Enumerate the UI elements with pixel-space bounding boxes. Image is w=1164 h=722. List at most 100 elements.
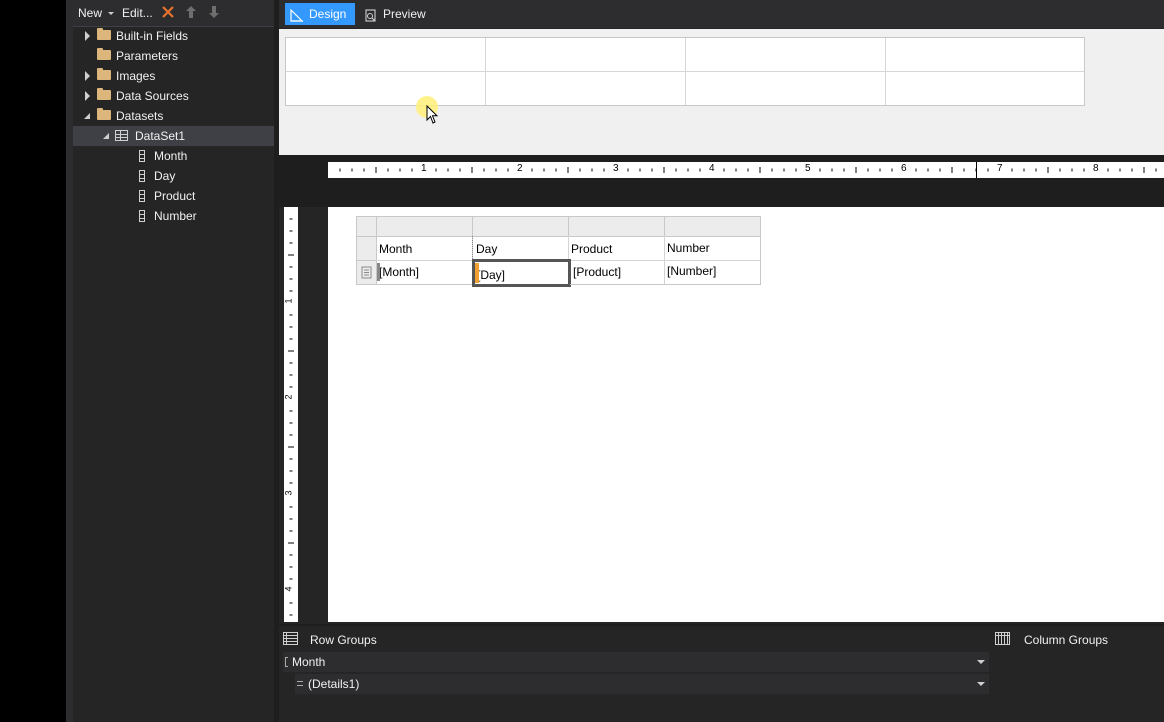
expand-icon[interactable]: [85, 31, 90, 41]
tab-design-label: Design: [309, 7, 347, 21]
design-ruler-icon: [290, 7, 304, 22]
parameter-cell[interactable]: [886, 72, 1084, 105]
new-button[interactable]: New: [78, 6, 102, 20]
header-cell-day[interactable]: Day: [472, 236, 569, 261]
collapse-icon[interactable]: [103, 133, 109, 139]
dropdown-arrow-icon[interactable]: [977, 660, 985, 664]
details-lines-icon: [297, 681, 303, 686]
edit-button[interactable]: Edit...: [122, 6, 153, 20]
tab-design[interactable]: Design: [285, 3, 355, 25]
header-cell-product[interactable]: Product: [568, 236, 665, 261]
ruler-label: 7: [997, 163, 1003, 174]
ruler-label: 1: [283, 298, 294, 304]
expand-icon[interactable]: [85, 71, 90, 81]
row-groups-icon: [283, 632, 298, 645]
ruler-label: 2: [517, 163, 523, 174]
tree-item-label: Images: [116, 69, 156, 83]
row-group-label: Month: [292, 655, 326, 669]
delete-icon[interactable]: [161, 5, 175, 19]
ruler-page-width-marker[interactable]: [976, 162, 977, 178]
field-label: Month: [154, 149, 188, 163]
field-label: Day: [154, 169, 176, 183]
column-groups-icon: [995, 632, 1010, 645]
tablix-corner-handle[interactable]: [356, 216, 377, 237]
preview-page-icon: [364, 7, 378, 22]
cell-selection-marker: [377, 263, 380, 281]
tree-item-label: Data Sources: [116, 89, 189, 103]
ruler-label: 3: [613, 163, 619, 174]
column-handle[interactable]: [568, 216, 665, 237]
parameter-cell[interactable]: [486, 38, 686, 72]
ruler-label: 4: [709, 163, 715, 174]
dataset-table-icon: [115, 130, 128, 141]
open-folder-icon: [97, 108, 111, 120]
detail-cell-day-selected[interactable]: [Day]: [472, 259, 571, 287]
vertical-ruler: 1 2 3 4: [284, 207, 298, 622]
tab-preview-label: Preview: [383, 7, 426, 21]
tree-item-field[interactable]: Day: [73, 166, 274, 186]
field-icon: [139, 190, 145, 202]
folder-icon: [97, 68, 111, 80]
tree-item-field[interactable]: Month: [73, 146, 274, 166]
dropdown-arrow-icon[interactable]: [108, 12, 114, 15]
dropdown-arrow-icon[interactable]: [977, 682, 985, 686]
field-label: Number: [154, 209, 197, 223]
parameters-pane: [279, 29, 1164, 155]
expand-icon[interactable]: [85, 91, 90, 101]
tree-item-parameters[interactable]: Parameters: [73, 46, 274, 66]
left-desktop-strip: [0, 0, 66, 722]
move-up-icon[interactable]: [185, 5, 197, 19]
field-label: Product: [154, 189, 196, 203]
parameter-cell[interactable]: [286, 38, 486, 72]
tree-item-field[interactable]: Number: [73, 206, 274, 226]
tree-item-label: DataSet1: [135, 129, 186, 143]
report-data-toolbar: New Edit...: [73, 0, 274, 27]
tree-item-data-sources[interactable]: Data Sources: [73, 86, 274, 106]
row-handle[interactable]: [356, 236, 377, 261]
tree-item-label: Datasets: [116, 109, 164, 123]
cell-selection-marker: [475, 263, 479, 283]
tree-item-builtin-fields[interactable]: Built-in Fields: [73, 26, 274, 46]
field-icon: [139, 150, 145, 162]
parameter-layout-grid[interactable]: [285, 37, 1085, 106]
horizontal-ruler: 1 2 3 4 5 6 7 8: [328, 162, 1164, 178]
detail-cell-product[interactable]: [Product]: [570, 260, 665, 285]
tree-item-dataset1[interactable]: DataSet1: [73, 126, 274, 146]
row-group-label: (Details1): [308, 677, 360, 691]
report-data-pane: New Edit... Built-in Fields Parameters I…: [66, 0, 274, 722]
column-handle[interactable]: [376, 216, 473, 237]
detail-cell-month[interactable]: [Month]: [376, 260, 473, 285]
tree-item-field[interactable]: Product: [73, 186, 274, 206]
details-group-icon: [361, 266, 372, 279]
field-icon: [139, 210, 145, 222]
designer-tab-bar: Design Preview: [279, 0, 1164, 28]
collapse-icon[interactable]: [84, 113, 90, 119]
field-icon: [139, 170, 145, 182]
tree-item-label: Built-in Fields: [116, 29, 189, 43]
parameter-cell[interactable]: [486, 72, 686, 105]
detail-cell-number[interactable]: [Number]: [664, 260, 761, 285]
row-group-item-details1[interactable]: (Details1): [295, 674, 989, 694]
tree-item-datasets[interactable]: Datasets: [73, 106, 274, 126]
tree-item-images[interactable]: Images: [73, 66, 274, 86]
parameter-cell[interactable]: [286, 72, 486, 105]
column-handle[interactable]: [664, 216, 761, 237]
folder-icon: [97, 88, 111, 100]
column-groups-title: Column Groups: [1024, 633, 1109, 647]
ruler-label: 2: [283, 394, 294, 400]
report-body-canvas[interactable]: Month Day Product Number [Month] [Day] […: [328, 207, 1164, 622]
header-cell-number[interactable]: Number: [664, 236, 761, 261]
row-group-item-month[interactable]: Month: [283, 652, 989, 672]
ruler-label: 3: [283, 490, 294, 496]
column-handle[interactable]: [472, 216, 569, 237]
move-down-icon[interactable]: [208, 5, 220, 19]
ruler-label: 4: [283, 586, 294, 592]
tree-item-label: Parameters: [116, 49, 179, 63]
header-cell-month[interactable]: Month: [376, 236, 473, 261]
ruler-label: 6: [901, 163, 907, 174]
details-row-handle[interactable]: [356, 260, 377, 285]
parameter-cell[interactable]: [886, 38, 1084, 72]
parameter-cell[interactable]: [686, 72, 886, 105]
parameter-cell[interactable]: [686, 38, 886, 72]
tab-preview[interactable]: Preview: [359, 3, 429, 25]
